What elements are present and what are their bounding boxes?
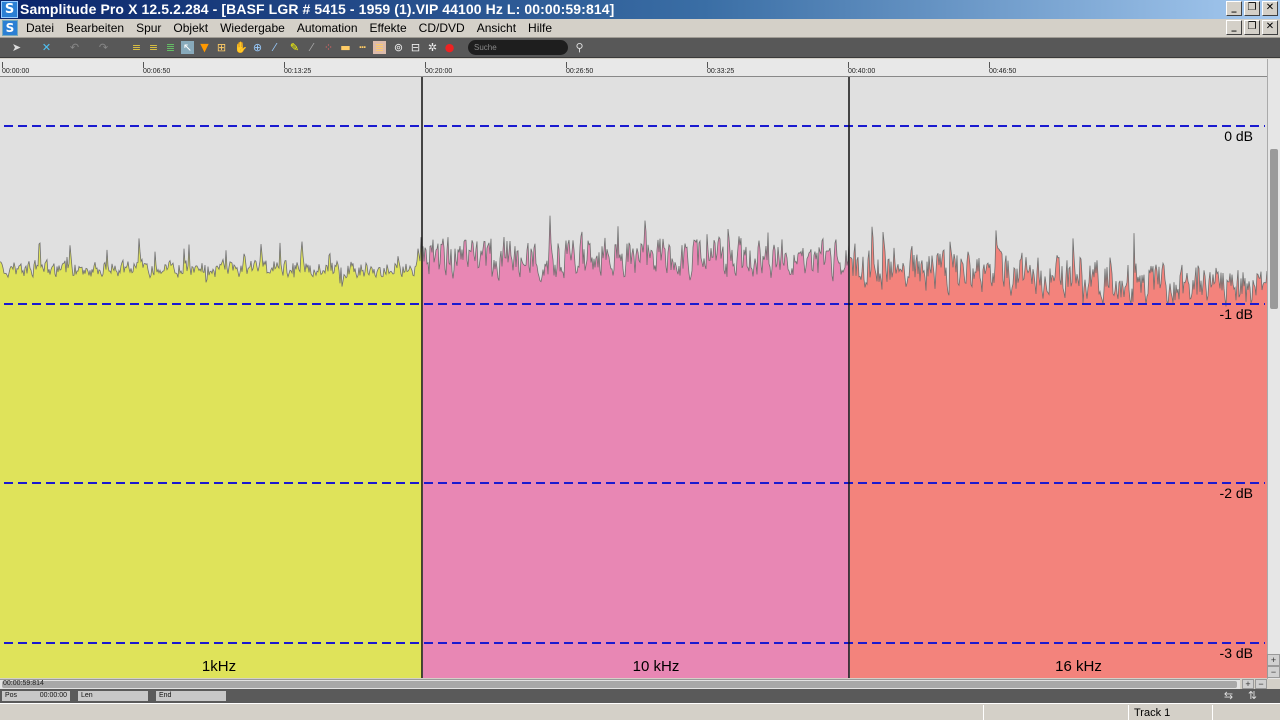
menu-ansicht[interactable]: Ansicht bbox=[477, 21, 516, 35]
segment-label: 10 kHz bbox=[633, 658, 680, 675]
scroll-position: 00:00:59:814 bbox=[3, 680, 44, 687]
menu-datei[interactable]: Datei bbox=[26, 21, 54, 35]
h-zoom-in-icon[interactable]: + bbox=[1242, 679, 1254, 689]
horizontal-scrollbar[interactable]: 00:00:59:814 bbox=[0, 679, 1240, 689]
search-input[interactable]: Suche bbox=[468, 40, 568, 55]
horizontal-scroll-thumb[interactable] bbox=[2, 681, 1237, 688]
pos-label: Pos bbox=[5, 692, 18, 699]
pos-field[interactable]: Pos 00:00:00 bbox=[2, 691, 70, 701]
track-icon[interactable]: ≣ bbox=[164, 41, 177, 54]
settings-gear-icon[interactable]: ✲ bbox=[426, 41, 439, 54]
list-icon[interactable]: ≡ bbox=[130, 41, 143, 54]
cut-tool-icon[interactable]: ✕ bbox=[40, 41, 53, 54]
window-title: Samplitude Pro X 12.5.2.284 - [BASF LGR … bbox=[20, 1, 615, 17]
select-tool-icon[interactable]: ↖ bbox=[181, 41, 194, 54]
track-canvas[interactable]: 0 dB -1 dB -2 dB -3 dB 1kHz 10 kHz 16 kHz bbox=[0, 77, 1268, 678]
document-icon[interactable]: S bbox=[2, 20, 18, 36]
doc-restore-icon[interactable]: ❐ bbox=[1244, 20, 1260, 35]
vertical-scroll-thumb[interactable] bbox=[1270, 149, 1278, 309]
ruler-tick: 00:06:50 bbox=[143, 62, 171, 75]
status-bar: Track 1 bbox=[0, 703, 1280, 720]
toolbar: ➤ ✕ ↶ ↷ ≡ ≡ ≣ ↖ ▼ ⊞ ✋ ⊕ ⁄ ✎ ⁄ ⁘ ▬ ┅ ≣ ⊚ … bbox=[0, 38, 1280, 58]
zoom-out-icon[interactable]: − bbox=[1267, 666, 1280, 678]
db-label: -3 dB bbox=[1220, 645, 1253, 661]
db-label: 0 dB bbox=[1224, 128, 1253, 144]
menu-bar: S Datei Bearbeiten Spur Objekt Wiedergab… bbox=[0, 19, 1280, 38]
position-bar: Pos 00:00:00 Len End ⇆ ⇅ bbox=[0, 689, 1280, 703]
swap-icon[interactable]: ⇆ bbox=[1222, 689, 1235, 702]
spectrum-segment-fill bbox=[850, 226, 1267, 678]
zoom-tool-icon[interactable]: ⊕ bbox=[251, 41, 264, 54]
restore-icon[interactable]: ❐ bbox=[1244, 1, 1260, 16]
menu-cd-dvd[interactable]: CD/DVD bbox=[419, 21, 465, 35]
search-icon[interactable]: ⚲ bbox=[573, 41, 586, 54]
menu-wiedergabe[interactable]: Wiedergabe bbox=[220, 21, 285, 35]
loop-icon[interactable]: ⊚ bbox=[392, 41, 405, 54]
end-label: End bbox=[159, 692, 172, 699]
pointer-tool-icon[interactable]: ➤ bbox=[10, 41, 23, 54]
len-field[interactable]: Len bbox=[78, 691, 148, 701]
menu-objekt[interactable]: Objekt bbox=[173, 21, 208, 35]
menu-automation[interactable]: Automation bbox=[297, 21, 358, 35]
h-zoom-out-icon[interactable]: − bbox=[1255, 679, 1267, 689]
end-field[interactable]: End bbox=[156, 691, 226, 701]
zoom-in-icon[interactable]: + bbox=[1267, 654, 1280, 666]
undo-icon[interactable]: ↶ bbox=[68, 41, 81, 54]
range-tool-icon[interactable]: ⊞ bbox=[215, 41, 228, 54]
menu-spur[interactable]: Spur bbox=[136, 21, 161, 35]
fade-icon[interactable]: ▬ bbox=[339, 41, 352, 54]
track-name: Track 1 bbox=[1134, 707, 1171, 719]
close-icon[interactable]: ✕ bbox=[1262, 1, 1278, 16]
mute-tool-icon[interactable]: ⁄ bbox=[305, 41, 318, 54]
ruler-tick: 00:33:25 bbox=[707, 62, 735, 75]
menu-hilfe[interactable]: Hilfe bbox=[528, 21, 552, 35]
ruler-tick: 00:40:00 bbox=[848, 62, 876, 75]
title-bar: S Samplitude Pro X 12.5.2.284 - [BASF LG… bbox=[0, 0, 1280, 19]
ruler-tick: 00:46:50 bbox=[989, 62, 1017, 75]
segment-label: 1kHz bbox=[202, 658, 236, 675]
scrub-tool-icon[interactable]: ✋ bbox=[234, 41, 248, 54]
ruler-tick: 00:00:00 bbox=[2, 62, 30, 75]
pencil-tool-icon[interactable]: ✎ bbox=[288, 41, 301, 54]
db-label: -1 dB bbox=[1220, 306, 1253, 322]
db-label: -2 dB bbox=[1220, 485, 1253, 501]
minimize-icon[interactable]: _ bbox=[1226, 1, 1242, 16]
ruler-tick: 00:26:50 bbox=[566, 62, 594, 75]
vertical-scrollbar[interactable] bbox=[1267, 59, 1280, 679]
curve-tool-icon[interactable]: ⁄ bbox=[268, 41, 281, 54]
crossfade-icon[interactable]: ┅ bbox=[356, 41, 369, 54]
ruler-tick: 00:20:00 bbox=[425, 62, 453, 75]
len-label: Len bbox=[81, 692, 93, 699]
timeline-ruler[interactable]: 00:00:00 00:06:50 00:13:25 00:20:00 00:2… bbox=[0, 59, 1267, 77]
pos-value: 00:00:00 bbox=[39, 692, 67, 699]
list-alt-icon[interactable]: ≡ bbox=[147, 41, 160, 54]
segment-label: 16 kHz bbox=[1055, 658, 1102, 675]
menu-bearbeiten[interactable]: Bearbeiten bbox=[66, 21, 124, 35]
ruler-tick: 00:13:25 bbox=[284, 62, 312, 75]
doc-close-icon[interactable]: ✕ bbox=[1262, 20, 1278, 35]
monitor-icon[interactable]: ⊟ bbox=[409, 41, 422, 54]
object-tool-icon[interactable]: ▼ bbox=[198, 41, 211, 54]
doc-minimize-icon[interactable]: _ bbox=[1226, 20, 1242, 35]
waveform-view[interactable]: 0 dB -1 dB -2 dB -3 dB 1kHz 10 kHz 16 kHz bbox=[0, 77, 1268, 678]
snap-icon[interactable]: ≣ bbox=[373, 41, 386, 54]
app-logo-icon: S bbox=[1, 1, 18, 18]
sort-icon[interactable]: ⇅ bbox=[1246, 689, 1259, 702]
spectrum-segment-fill bbox=[423, 215, 849, 678]
redo-icon[interactable]: ↷ bbox=[97, 41, 110, 54]
record-icon[interactable]: ● bbox=[443, 41, 456, 54]
marker-icon[interactable]: ⁘ bbox=[322, 41, 335, 54]
menu-effekte[interactable]: Effekte bbox=[370, 21, 407, 35]
